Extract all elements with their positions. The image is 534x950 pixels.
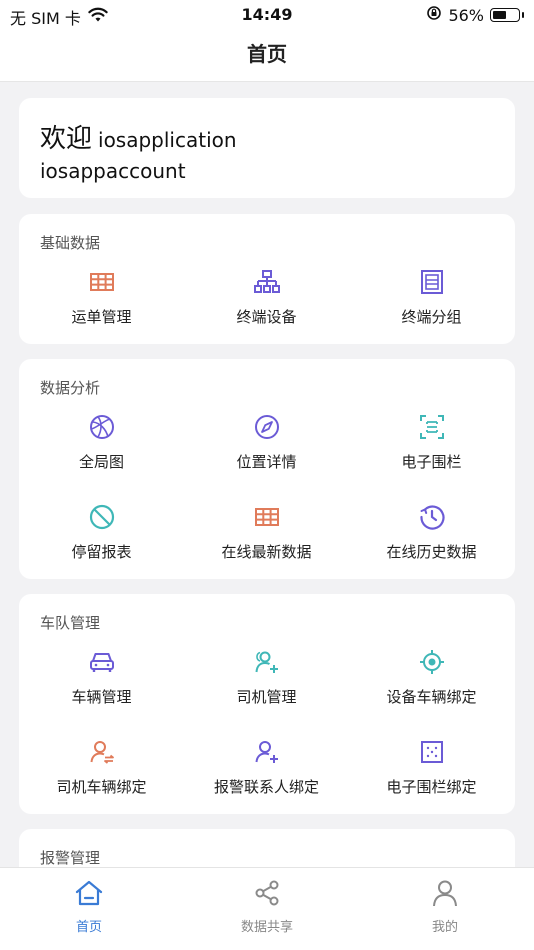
- menu-label: 在线历史数据: [386, 543, 477, 561]
- menu-geofence-binding[interactable]: 电子围栏绑定: [349, 734, 514, 824]
- basic-grid: 运单管理 终端设备 终端分组: [19, 264, 515, 354]
- tab-bar: 首页 数据共享 我的: [0, 867, 534, 950]
- dotted-square-icon: [420, 741, 443, 763]
- menu-online-latest-data[interactable]: 在线最新数据: [184, 499, 349, 589]
- menu-stop-report[interactable]: 停留报表: [19, 499, 184, 589]
- car-icon: [89, 653, 114, 672]
- menu-online-history-data[interactable]: 在线历史数据: [349, 499, 514, 589]
- welcome-card: 欢迎 iosapplication iosappaccount: [19, 98, 515, 198]
- locate-icon: [419, 650, 444, 674]
- clock-history-icon: [419, 505, 445, 530]
- menu-driver-management[interactable]: 司机管理: [184, 644, 349, 734]
- menu-label: 在线最新数据: [221, 543, 312, 561]
- menu-label: 终端设备: [236, 308, 297, 326]
- page-title: 首页: [247, 42, 287, 66]
- table-icon: [254, 508, 279, 526]
- section-fleet: 车队管理 车辆管理 司机管理 设备车辆绑定 司机车辆绑定 报警联系人绑定 电子围…: [19, 594, 515, 814]
- section-analysis: 数据分析 全局图 位置详情 电子围栏 停留报表 在线最新数据 在线历史数据: [19, 359, 515, 579]
- menu-geofence[interactable]: 电子围栏: [349, 409, 514, 499]
- battery-fill: [493, 11, 506, 19]
- tab-mine[interactable]: 我的: [356, 868, 534, 950]
- no-entry-icon: [89, 504, 114, 530]
- globe-ball-icon: [89, 415, 114, 439]
- menu-label: 车辆管理: [71, 688, 132, 706]
- tab-label: 数据共享: [240, 920, 293, 935]
- welcome-greeting: 欢迎: [40, 124, 93, 154]
- compass-icon: [254, 415, 279, 439]
- section-alarm: 报警管理: [19, 829, 515, 867]
- welcome-app-name: iosapplication: [98, 128, 237, 152]
- tab-data-share[interactable]: 数据共享: [178, 868, 356, 950]
- section-title-analysis: 数据分析: [40, 379, 101, 397]
- battery-percent: 56%: [448, 5, 484, 25]
- section-title-fleet: 车队管理: [40, 614, 101, 632]
- home-icon: [75, 880, 103, 906]
- group-frame-icon: [420, 270, 443, 294]
- menu-label: 司机管理: [236, 688, 297, 706]
- status-right: 56%: [426, 5, 524, 25]
- menu-label: 设备车辆绑定: [386, 688, 477, 706]
- section-title-basic: 基础数据: [40, 234, 101, 252]
- menu-terminal-device[interactable]: 终端设备: [184, 264, 349, 354]
- tab-label: 首页: [75, 920, 102, 935]
- orientation-lock-icon: [426, 5, 442, 25]
- menu-waybill-management[interactable]: 运单管理: [19, 264, 184, 354]
- tab-home[interactable]: 首页: [0, 868, 178, 950]
- share-icon: [255, 880, 279, 906]
- menu-label: 电子围栏绑定: [386, 778, 477, 796]
- menu-label: 位置详情: [236, 453, 297, 471]
- user-add-icon: [255, 741, 278, 763]
- menu-location-detail[interactable]: 位置详情: [184, 409, 349, 499]
- menu-alarm-contact-binding[interactable]: 报警联系人绑定: [184, 734, 349, 824]
- battery-icon: [490, 8, 524, 22]
- tab-label: 我的: [431, 920, 458, 935]
- welcome-line: 欢迎 iosapplication: [40, 118, 515, 155]
- scan-frame-icon: [419, 415, 444, 439]
- menu-label: 终端分组: [401, 308, 462, 326]
- menu-label: 报警联系人绑定: [213, 778, 319, 796]
- table-icon: [89, 273, 114, 291]
- menu-device-vehicle-binding[interactable]: 设备车辆绑定: [349, 644, 514, 734]
- menu-label: 全局图: [78, 453, 124, 471]
- menu-driver-vehicle-binding[interactable]: 司机车辆绑定: [19, 734, 184, 824]
- users-add-icon: [255, 651, 278, 673]
- analysis-grid: 全局图 位置详情 电子围栏 停留报表 在线最新数据 在线历史数据: [19, 409, 515, 589]
- menu-label: 停留报表: [71, 543, 132, 561]
- hierarchy-icon: [253, 270, 280, 293]
- section-basic: 基础数据 运单管理 终端设备 终端分组: [19, 214, 515, 344]
- user-swap-icon: [90, 741, 114, 764]
- menu-terminal-group[interactable]: 终端分组: [349, 264, 514, 354]
- status-bar: 无 SIM 卡 14:49 56%: [0, 0, 534, 30]
- home-content[interactable]: 欢迎 iosapplication iosappaccount 基础数据 运单管…: [0, 82, 534, 867]
- menu-label: 运单管理: [71, 308, 132, 326]
- section-title-alarm: 报警管理: [40, 849, 101, 867]
- menu-vehicle-management[interactable]: 车辆管理: [19, 644, 184, 734]
- menu-global-map[interactable]: 全局图: [19, 409, 184, 499]
- fleet-grid: 车辆管理 司机管理 设备车辆绑定 司机车辆绑定 报警联系人绑定 电子围栏绑定: [19, 644, 515, 824]
- nav-bar: 首页: [0, 30, 534, 82]
- menu-label: 司机车辆绑定: [56, 778, 147, 796]
- person-icon: [433, 880, 457, 907]
- welcome-account: iosappaccount: [40, 159, 186, 183]
- menu-label: 电子围栏: [401, 453, 462, 471]
